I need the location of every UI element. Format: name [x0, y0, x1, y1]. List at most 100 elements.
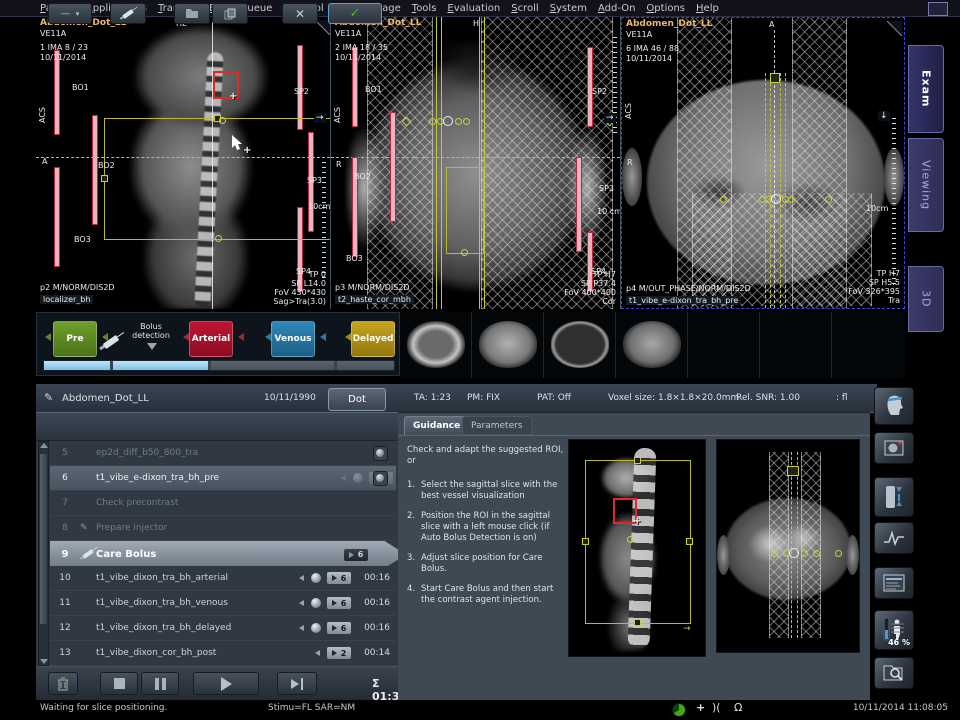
queue-options-dropdown[interactable]: —▾	[48, 3, 92, 24]
queue-row-12[interactable]: 12 t1_vibe_dixon_tra_bh_delayed 6 00:16	[50, 616, 396, 641]
scroll-down-icon[interactable]	[40, 659, 48, 664]
slab-handle	[787, 466, 799, 476]
slab-line	[780, 73, 781, 308]
physio-curve-button[interactable]	[874, 522, 914, 554]
box-handle[interactable]	[101, 175, 108, 182]
step-text: Start Care Bolus and then start the cont…	[421, 584, 565, 606]
pause-button[interactable]	[141, 672, 179, 695]
play-button[interactable]	[193, 672, 259, 695]
dot-button[interactable]: Dot	[328, 388, 386, 411]
roi-center-marker: +	[229, 91, 237, 102]
patient-table-icon	[884, 484, 904, 510]
queue-row-13[interactable]: 13 t1_vibe_dixon_cor_bh_post 2 00:14	[50, 641, 396, 666]
step-text: Select the sagittal slice with the best …	[421, 480, 565, 502]
tab-guidance[interactable]: Guidance	[404, 416, 469, 435]
thumbnail-2[interactable]	[472, 312, 544, 378]
slab-handle[interactable]	[461, 249, 468, 256]
tab-viewing[interactable]: Viewing	[908, 138, 944, 232]
step-name: Prepare injector	[96, 523, 396, 533]
discard-button[interactable]	[48, 672, 78, 695]
slab-line	[791, 452, 792, 638]
guidance-axial-preview[interactable]	[716, 439, 860, 653]
scrollbar-thumb[interactable]	[40, 454, 47, 624]
tab-exam-label: Exam	[920, 70, 933, 108]
vp3-orient-top: A	[769, 20, 774, 29]
edit-pencil-icon[interactable]: ✎	[44, 391, 53, 404]
step-duration: 00:14	[354, 648, 396, 658]
cancel-step-button[interactable]: ✕	[282, 3, 318, 24]
speaker-icon	[296, 600, 304, 606]
tab-3d[interactable]: 3D	[908, 266, 944, 332]
tab-parameters-label: Parameters	[471, 421, 523, 431]
slice-badge: 6	[327, 572, 351, 584]
queue-row-11[interactable]: 11 t1_vibe_dixon_tra_bh_venous 6 00:16	[50, 591, 396, 616]
center-marker[interactable]	[771, 194, 781, 204]
step-num: 4.	[407, 584, 418, 606]
slab-line	[770, 73, 771, 308]
guidance-sagittal-preview[interactable]: + →	[568, 439, 706, 657]
open-protocol-button[interactable]	[174, 3, 210, 24]
menu-scroll[interactable]: Scroll	[511, 3, 538, 14]
box-rotate-handle[interactable]	[215, 235, 222, 242]
queue-scrollbar[interactable]	[38, 441, 49, 666]
copy-button[interactable]	[212, 3, 248, 24]
slice-marker	[429, 118, 436, 125]
skip-button[interactable]	[277, 672, 317, 695]
slab-handle[interactable]	[770, 73, 780, 83]
window-control-icon[interactable]	[928, 2, 948, 16]
image-review-button[interactable]	[874, 432, 914, 464]
menu-help[interactable]: Help	[696, 3, 719, 14]
thumbnail-4[interactable]	[616, 312, 688, 378]
menu-system[interactable]: System	[550, 3, 587, 14]
viewport-sagittal[interactable]: + → Abdomen_Dot_LL VE11A 1 IMA 8 / 23 10…	[36, 17, 331, 309]
thumbnail-strip	[400, 312, 905, 378]
step-name: t1_vibe_dixon_tra_bh_delayed	[96, 623, 292, 633]
slice-group-box[interactable]	[104, 118, 331, 240]
patient-registration-button[interactable]	[874, 387, 914, 425]
exam-explorer-button[interactable]	[874, 567, 914, 599]
patient-dob: 10/11/1990	[264, 393, 316, 403]
thumbnail-image	[623, 321, 681, 368]
thumbnail-3[interactable]	[544, 312, 616, 378]
phase-delayed[interactable]: Delayed	[351, 321, 395, 357]
relative-snr: Rel. SNR: 1.00	[736, 393, 800, 403]
stop-button[interactable]	[100, 672, 138, 695]
queue-row-9-current[interactable]: 9 Care Bolus 6	[50, 541, 406, 568]
vp2-sp2: SP2	[592, 87, 607, 96]
slice-marker	[825, 196, 832, 203]
phase-venous[interactable]: Venous	[271, 321, 315, 357]
scroll-down-icon[interactable]: ↓	[878, 111, 890, 121]
scroll-right-icon[interactable]: →	[604, 113, 616, 123]
menu-addon[interactable]: Add-On	[598, 3, 635, 14]
scroll-right-icon[interactable]: →	[314, 113, 326, 123]
care-bolus-slab[interactable]	[446, 167, 484, 254]
phase-pre[interactable]: Pre	[53, 321, 97, 357]
queue-row-10[interactable]: 10 t1_vibe_dixon_tra_bh_arterial 6 00:16	[50, 566, 396, 591]
queue-row-8[interactable]: 8 ✎ Prepare injector	[50, 516, 396, 541]
viewport-axial-selected[interactable]: ↓ Abdomen_Dot_LL VE11A 6 IMA 46 / 88 10/…	[621, 17, 905, 309]
thumbnail-1[interactable]	[400, 312, 472, 378]
apply-step-button[interactable]: ✓	[328, 3, 382, 24]
sequence-type: : fl	[836, 393, 848, 403]
guidance-panel: Guidance Parameters Check and adapt the …	[398, 412, 870, 700]
folder-icon	[185, 8, 199, 19]
viewport-coronal[interactable]: → Abdomen_Dot_LL VE11A 2 IMA 18 / 35 10/…	[331, 17, 621, 309]
inject-button[interactable]	[110, 3, 146, 24]
queue-row-7[interactable]: 7 Check precontrast	[50, 491, 396, 516]
table-position-button[interactable]	[874, 477, 914, 517]
scroll-up-icon[interactable]	[40, 443, 48, 448]
coil-bar	[54, 167, 60, 267]
menu-options[interactable]: Options	[646, 3, 685, 14]
tab-parameters[interactable]: Parameters	[462, 416, 532, 435]
menu-evaluation[interactable]: Evaluation	[447, 3, 500, 14]
queue-row-5[interactable]: 5 ep2d_diff_b50_800_tra	[50, 441, 396, 466]
queue-row-6[interactable]: 6 t1_vibe_e-dixon_tra_bh_pre	[50, 466, 396, 491]
page-fold-icon[interactable]	[887, 21, 902, 36]
vp3-orient-side: R	[627, 158, 633, 167]
menu-tools[interactable]: Tools	[412, 3, 437, 14]
phase-arterial[interactable]: Arterial	[189, 321, 233, 357]
sar-monitor-button[interactable]: 46 %	[874, 610, 914, 650]
tab-exam[interactable]: Exam	[908, 45, 944, 133]
browse-images-button[interactable]	[874, 657, 914, 689]
center-marker[interactable]	[443, 116, 453, 126]
